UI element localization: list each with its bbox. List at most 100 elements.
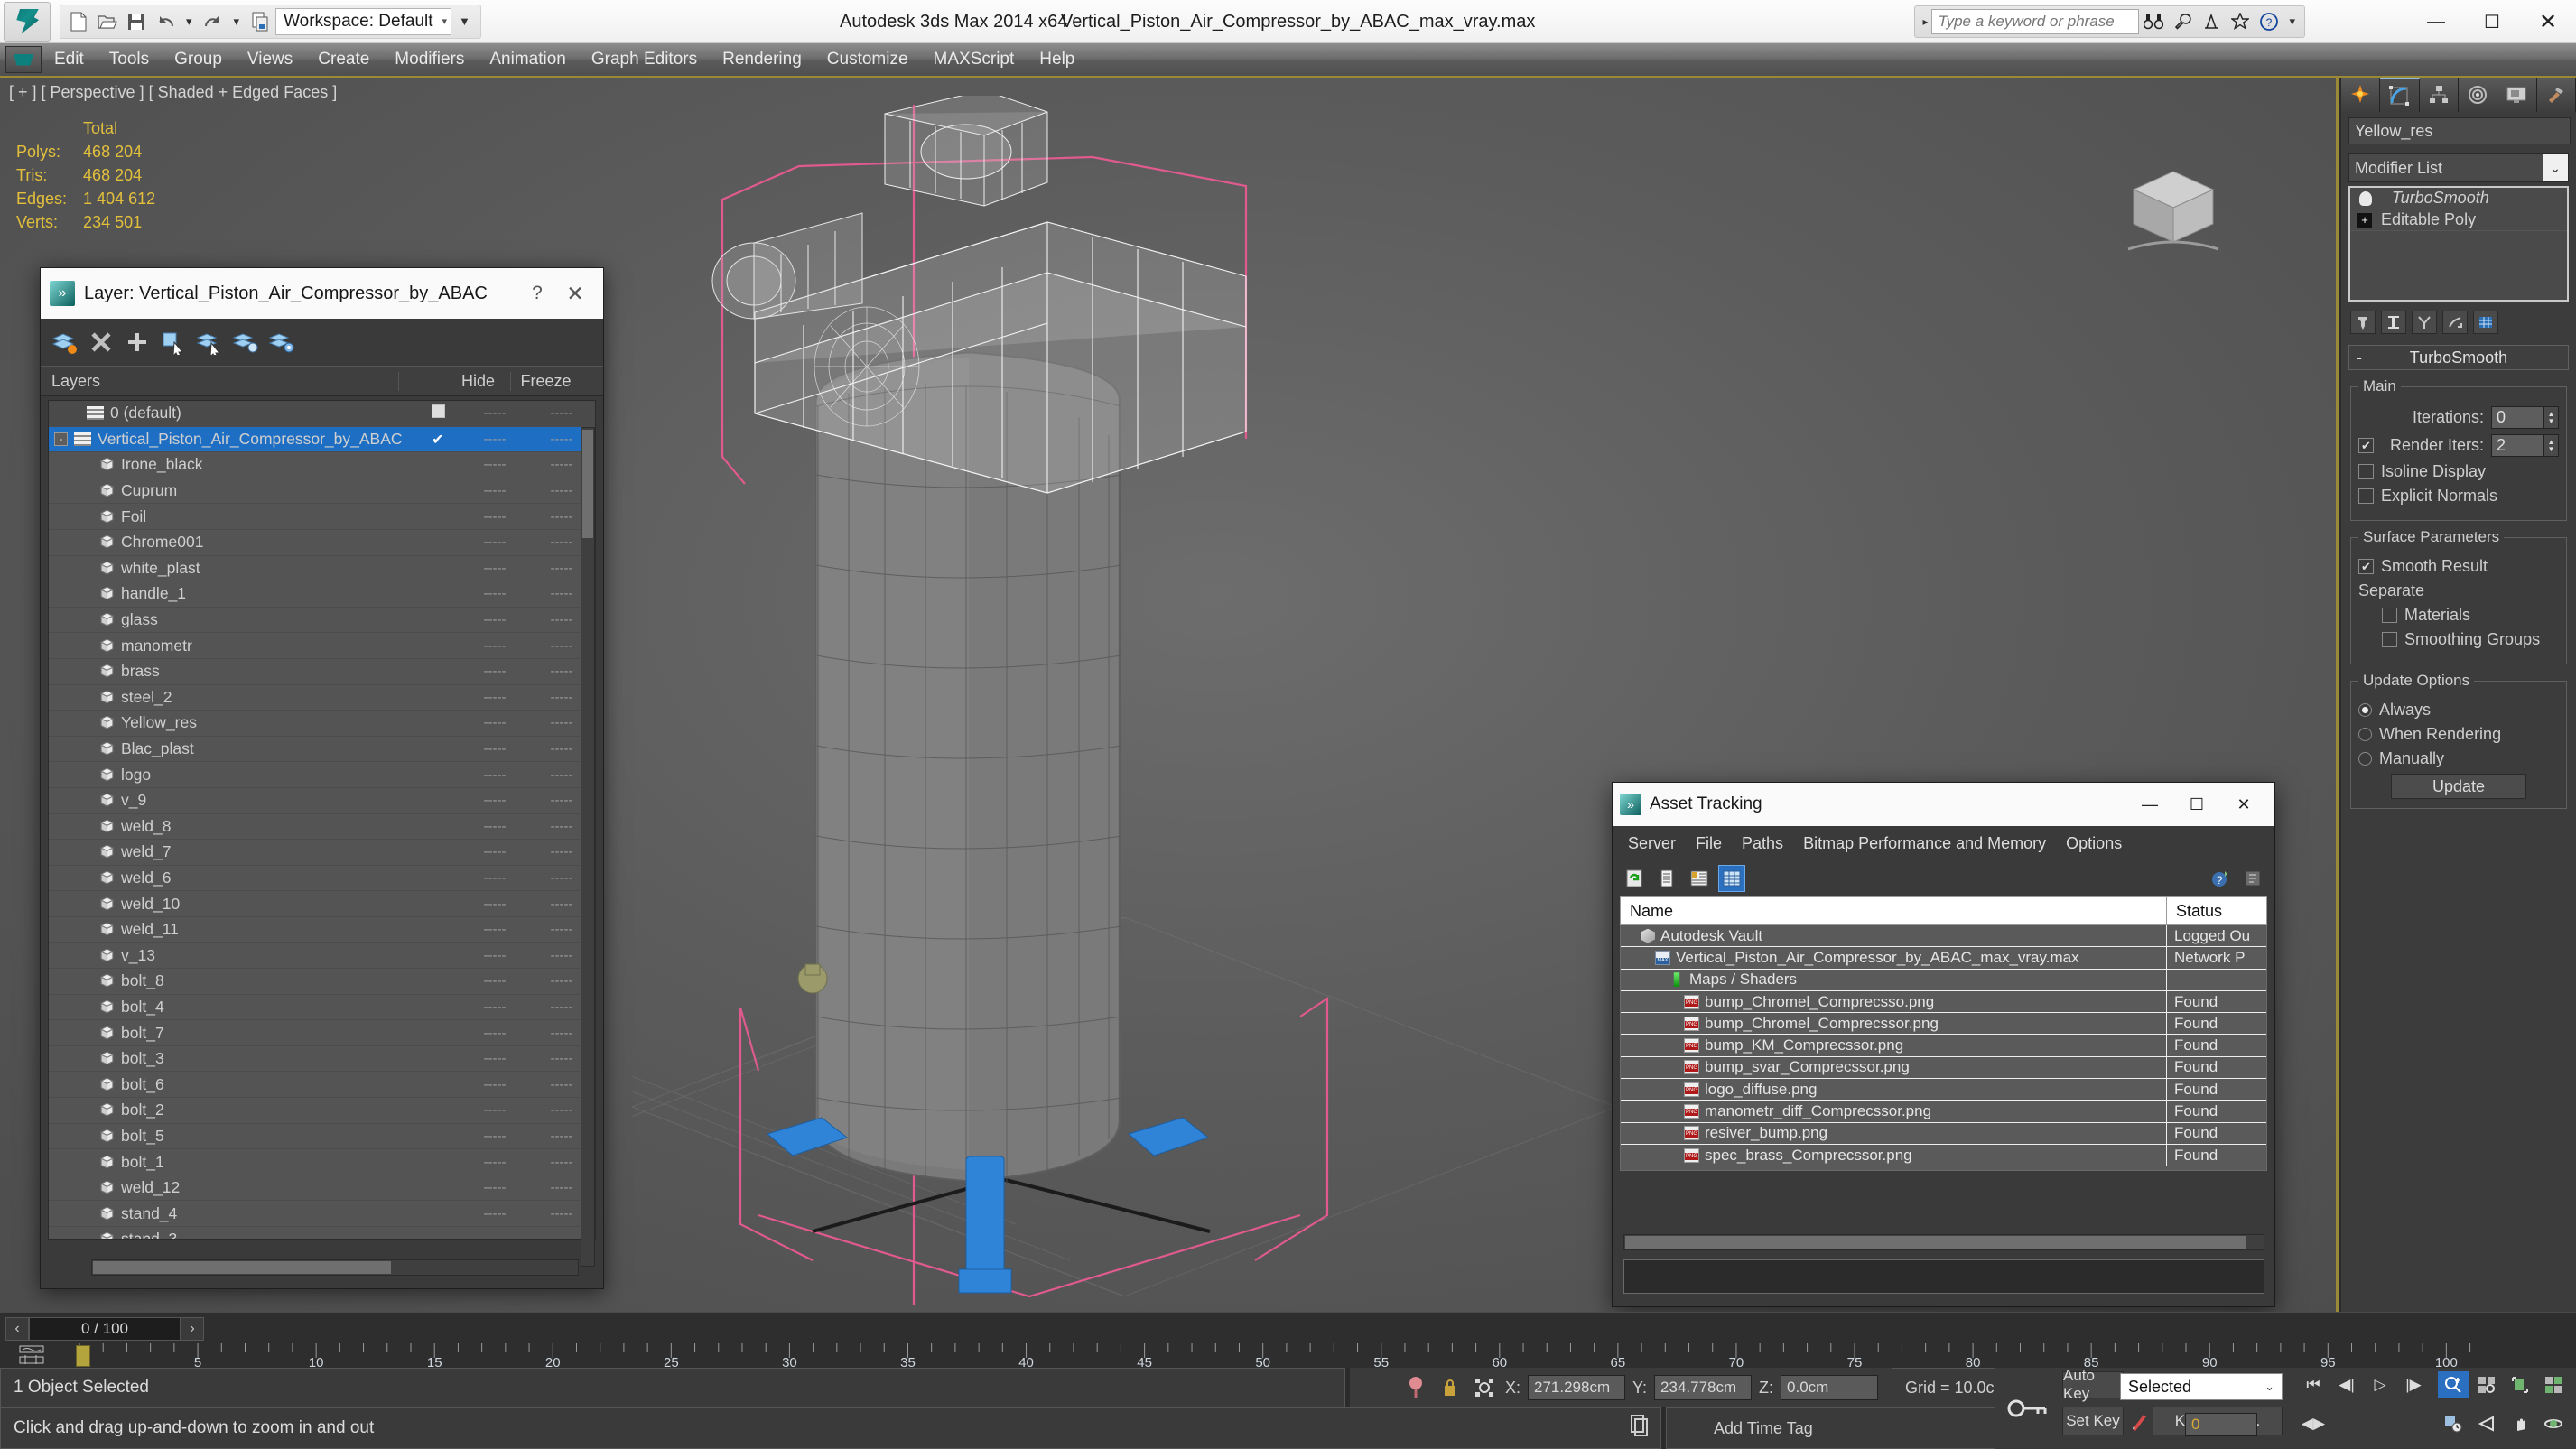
asset-menu-server[interactable]: Server [1618, 834, 1686, 853]
time-tag-icon[interactable] [1625, 1410, 1652, 1439]
layer-row[interactable]: bolt_2 ----- ----- [49, 1098, 595, 1124]
asset-minimize-button[interactable]: — [2126, 783, 2173, 826]
layer-row-hide[interactable]: ----- [461, 767, 528, 783]
turbosmooth-rollout-header[interactable]: - TurboSmooth [2348, 345, 2569, 370]
asset-table-rows[interactable]: Autodesk Vault Logged Ou Vertical_Piston_A… [1620, 925, 2267, 1171]
update-option-manually[interactable]: Manually [2358, 749, 2559, 768]
chevron-down-icon[interactable]: ▾ [442, 15, 448, 27]
utilities-tab-icon[interactable] [2536, 78, 2576, 112]
layer-row[interactable]: bolt_6 ----- ----- [49, 1072, 595, 1099]
zoom-all-icon[interactable] [2471, 1371, 2502, 1398]
menu-item-group[interactable]: Group [162, 42, 235, 77]
layer-row-hide[interactable]: ----- [461, 457, 528, 472]
layer-row-hide[interactable]: ----- [461, 432, 528, 447]
layer-row[interactable]: weld_11 ----- ----- [49, 917, 595, 943]
layer-list[interactable]: 0 (default) ----- ----- - Vertical_Piston_Ai… [48, 400, 596, 1240]
layer-properties-icon[interactable] [266, 327, 297, 358]
asset-tracking-dialog[interactable]: Asset Tracking — ☐ ✕ Server File Paths B… [1612, 782, 2275, 1307]
layer-row[interactable]: white_plast ----- ----- [49, 556, 595, 582]
app-logo-icon[interactable] [4, 1, 51, 42]
layer-row-hide[interactable]: ----- [461, 405, 528, 421]
pan-view-icon[interactable] [2505, 1410, 2535, 1437]
delete-layer-icon[interactable] [86, 327, 116, 358]
previous-frame-icon[interactable]: ◀| [2331, 1371, 2362, 1398]
layer-row[interactable]: Yellow_res ----- ----- [49, 711, 595, 737]
always-radio[interactable] [2358, 703, 2372, 717]
asset-path-field[interactable] [1623, 1259, 2264, 1294]
layer-dialog-close-button[interactable]: ✕ [556, 282, 594, 306]
layer-row-hide[interactable]: ----- [461, 638, 528, 654]
layer-list-hscrollbar[interactable] [91, 1259, 579, 1276]
layer-row[interactable]: Blac_plast ----- ----- [49, 737, 595, 763]
help-dropdown-icon[interactable]: ▾ [2283, 14, 2301, 29]
create-tab-icon[interactable] [2341, 78, 2381, 112]
update-option-when-rendering[interactable]: When Rendering [2358, 725, 2559, 744]
layer-row[interactable]: weld_10 ----- ----- [49, 891, 595, 917]
layer-row[interactable]: bolt_4 ----- ----- [49, 995, 595, 1021]
current-frame-spinner[interactable]: 0 [2185, 1413, 2275, 1438]
asset-row[interactable]: bump_svar_Comprecssor.png Found [1621, 1056, 2266, 1080]
refresh-icon[interactable] [1622, 866, 1647, 891]
modify-tab-icon[interactable] [2380, 78, 2420, 112]
binoculars-icon[interactable] [2139, 8, 2168, 35]
layer-dialog[interactable]: Layer: Vertical_Piston_Air_Compressor_by… [40, 267, 604, 1289]
maximize-viewport-icon[interactable] [2571, 1410, 2576, 1437]
layer-row-hide[interactable]: ----- [461, 1206, 528, 1221]
render-iters-input[interactable] [2491, 434, 2543, 457]
highlight-selected-icon[interactable] [230, 327, 261, 358]
layer-row-hide[interactable]: ----- [461, 715, 528, 730]
asset-row[interactable]: bump_Chromel_Comprecssor.png Found [1621, 1013, 2266, 1036]
asset-menu-paths[interactable]: Paths [1732, 834, 1793, 853]
layer-row[interactable]: Cuprum ----- ----- [49, 478, 595, 505]
layer-row[interactable]: weld_6 ----- ----- [49, 866, 595, 892]
search-input[interactable] [1931, 9, 2140, 34]
next-frame-icon[interactable]: |▶ [2398, 1371, 2429, 1398]
layer-dialog-help-button[interactable]: ? [518, 283, 556, 304]
asset-row[interactable]: manometr_diff_Comprecssor.png Found [1621, 1101, 2266, 1123]
configure-sets-icon[interactable] [2473, 311, 2498, 334]
next-frame-arrow[interactable]: › [181, 1317, 204, 1341]
asset-hscrollbar[interactable] [1623, 1234, 2264, 1250]
add-layer-icon[interactable] [122, 327, 153, 358]
layer-row-freeze[interactable]: ----- [528, 405, 595, 421]
detail-view-icon[interactable] [1687, 866, 1712, 891]
spinner-arrows-icon[interactable]: ▲ ▼ [2543, 406, 2559, 429]
layer-row-hide[interactable]: ----- [461, 1180, 528, 1195]
minimize-button[interactable]: — [2408, 0, 2464, 43]
menu-item-tools[interactable]: Tools [97, 42, 162, 77]
hierarchy-tab-icon[interactable] [2419, 78, 2459, 112]
grid-view-icon[interactable] [1718, 865, 1745, 892]
asset-menu-options[interactable]: Options [2056, 834, 2132, 853]
menu-item-help[interactable]: Help [1027, 42, 1087, 77]
smooth-result-checkbox[interactable]: ✔ [2358, 559, 2374, 574]
layer-row[interactable]: bolt_3 ----- ----- [49, 1046, 595, 1073]
layer-row-hide[interactable]: ----- [461, 534, 528, 550]
layer-row[interactable]: manometr ----- ----- [49, 633, 595, 659]
undo-icon[interactable] [152, 7, 179, 36]
layer-row-hide[interactable]: ----- [461, 1026, 528, 1041]
light-bulb-icon[interactable] [2359, 190, 2372, 206]
layer-row-hide[interactable]: ----- [461, 1155, 528, 1170]
remove-modifier-icon[interactable] [2442, 311, 2468, 334]
set-key-pencil-icon[interactable] [2127, 1407, 2151, 1435]
close-button[interactable]: ✕ [2520, 0, 2576, 43]
hscrollbar-thumb[interactable] [93, 1261, 391, 1274]
asset-hscrollbar-thumb[interactable] [1625, 1236, 2246, 1249]
asset-row[interactable]: logo_diffuse.png Found [1621, 1079, 2266, 1101]
layer-row-hide[interactable]: ----- [461, 870, 528, 886]
layer-row-hide[interactable]: ----- [461, 509, 528, 525]
set-key-button[interactable]: Set Key [2062, 1407, 2124, 1435]
go-to-start-icon[interactable]: ⏮ [2298, 1371, 2329, 1398]
select-highlighted-icon[interactable] [194, 327, 225, 358]
modifier-stack[interactable]: TurboSmooth + Editable Poly [2348, 186, 2569, 302]
key-mode-pin-icon[interactable] [1402, 1374, 1429, 1401]
layer-row[interactable]: stand_4 ----- ----- [49, 1201, 595, 1227]
layer-row-hide[interactable]: ----- [461, 896, 528, 912]
play-animation-icon[interactable]: ▷ [2365, 1371, 2395, 1398]
motion-tab-icon[interactable] [2458, 78, 2498, 112]
layer-row-hide[interactable]: ----- [461, 948, 528, 963]
layer-row-hide[interactable]: ----- [461, 612, 528, 627]
pin-stack-icon[interactable] [2350, 311, 2376, 334]
menu-item-graph-editors[interactable]: Graph Editors [579, 42, 710, 77]
layer-row-hide[interactable]: ----- [461, 741, 528, 757]
